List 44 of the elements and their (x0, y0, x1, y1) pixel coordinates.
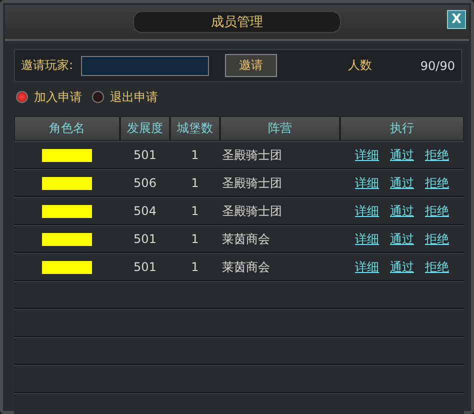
close-button[interactable]: X (447, 10, 466, 29)
action-link[interactable]: 通过 (390, 258, 414, 276)
action-link[interactable]: 拒绝 (425, 258, 449, 276)
filter-radio[interactable]: 加入申请 (16, 88, 82, 106)
action-link[interactable]: 通过 (390, 202, 414, 220)
count-label: 人数 (348, 57, 372, 74)
action-link[interactable]: 通过 (390, 146, 414, 164)
table-cell: 504 (134, 204, 156, 218)
column-header: 执行 (340, 116, 464, 141)
table-cell: 1 (191, 176, 199, 190)
action-link[interactable]: 拒绝 (425, 202, 449, 220)
table-cell: 莱茵商会 (222, 232, 270, 246)
table-cell: 501 (134, 148, 156, 162)
action-link[interactable]: 详细 (355, 174, 379, 192)
table-cell: 501 (134, 232, 156, 246)
invite-button[interactable]: 邀请 (225, 54, 278, 77)
table-cell: 莱茵商会 (222, 260, 270, 274)
column-header: 角色名 (14, 116, 120, 141)
action-link[interactable]: 详细 (355, 230, 379, 248)
table-cell: 1 (191, 148, 199, 162)
member-count: 90/90 (420, 58, 455, 72)
table-cell: 501 (134, 260, 156, 274)
action-link[interactable]: 拒绝 (425, 146, 449, 164)
window-title: 成员管理 (133, 11, 341, 33)
table-cell: 1 (191, 204, 199, 218)
action-link[interactable]: 拒绝 (425, 230, 449, 248)
invite-label: 邀请玩家: (21, 57, 74, 74)
table-cell: 506 (134, 176, 156, 190)
table-cell: 1 (191, 260, 199, 274)
action-link[interactable]: 详细 (355, 202, 379, 220)
action-link[interactable]: 拒绝 (425, 174, 449, 192)
column-header: 发展度 (120, 116, 170, 141)
table-cell: 圣殿骑士团 (222, 148, 282, 162)
column-header: 阵营 (220, 116, 340, 141)
filter-radio[interactable]: 退出申请 (92, 88, 158, 106)
table-cell: 圣殿骑士团 (222, 176, 282, 190)
table-cell: 圣殿骑士团 (222, 204, 282, 218)
action-link[interactable]: 详细 (355, 258, 379, 276)
action-link[interactable]: 通过 (390, 174, 414, 192)
table-cell: 1 (191, 232, 199, 246)
player-name-field[interactable] (81, 56, 210, 76)
column-header: 城堡数 (170, 116, 220, 141)
action-link[interactable]: 通过 (390, 230, 414, 248)
action-link[interactable]: 详细 (355, 146, 379, 164)
